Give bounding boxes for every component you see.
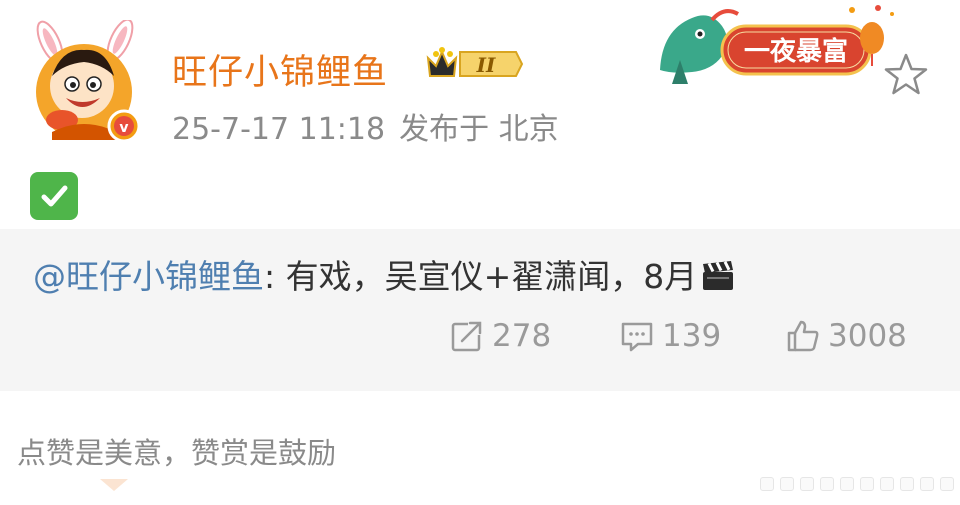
fortune-banner[interactable]: 一夜暴富 — [652, 0, 902, 96]
check-mark-emoji — [30, 172, 78, 220]
post-meta: 25-7-17 11:18 发布于 北京 — [172, 104, 559, 148]
username[interactable]: 旺仔小锦鲤鱼 — [172, 44, 388, 95]
like-button[interactable]: 3008 — [786, 316, 907, 356]
avatar[interactable]: v — [22, 18, 150, 148]
like-count: 3008 — [828, 318, 907, 354]
comment-icon — [621, 322, 653, 352]
forward-button[interactable]: 278 — [450, 316, 551, 356]
retweet-body: : 有戏，吴宣仪+翟潇闻，8月 — [264, 257, 698, 296]
reward-tip-arrow — [100, 479, 128, 491]
timestamp: 25-7-17 11:18 — [172, 112, 386, 147]
favorite-star-icon[interactable] — [880, 50, 932, 100]
comment-button[interactable]: 139 — [620, 316, 721, 356]
clapper-board-icon — [701, 260, 735, 300]
retweet-text: @旺仔小锦鲤鱼: 有戏，吴宣仪+翟潇闻，8月 — [33, 250, 735, 300]
location: 发布于 北京 — [399, 112, 559, 147]
vip-crown-badge[interactable]: II — [424, 44, 526, 84]
thumbs-up-icon — [787, 320, 819, 352]
placeholder-dots — [760, 470, 956, 498]
comment-count: 139 — [662, 318, 722, 354]
banner-text: 一夜暴富 — [744, 36, 848, 67]
mention-link[interactable]: @旺仔小锦鲤鱼 — [33, 257, 264, 296]
forward-icon — [451, 321, 484, 352]
reward-prompt: 点赞是美意，赞赏是鼓励 — [17, 436, 337, 470]
forward-count: 278 — [492, 318, 552, 354]
vip-level: II — [476, 53, 496, 77]
svg-text:v: v — [119, 120, 128, 136]
